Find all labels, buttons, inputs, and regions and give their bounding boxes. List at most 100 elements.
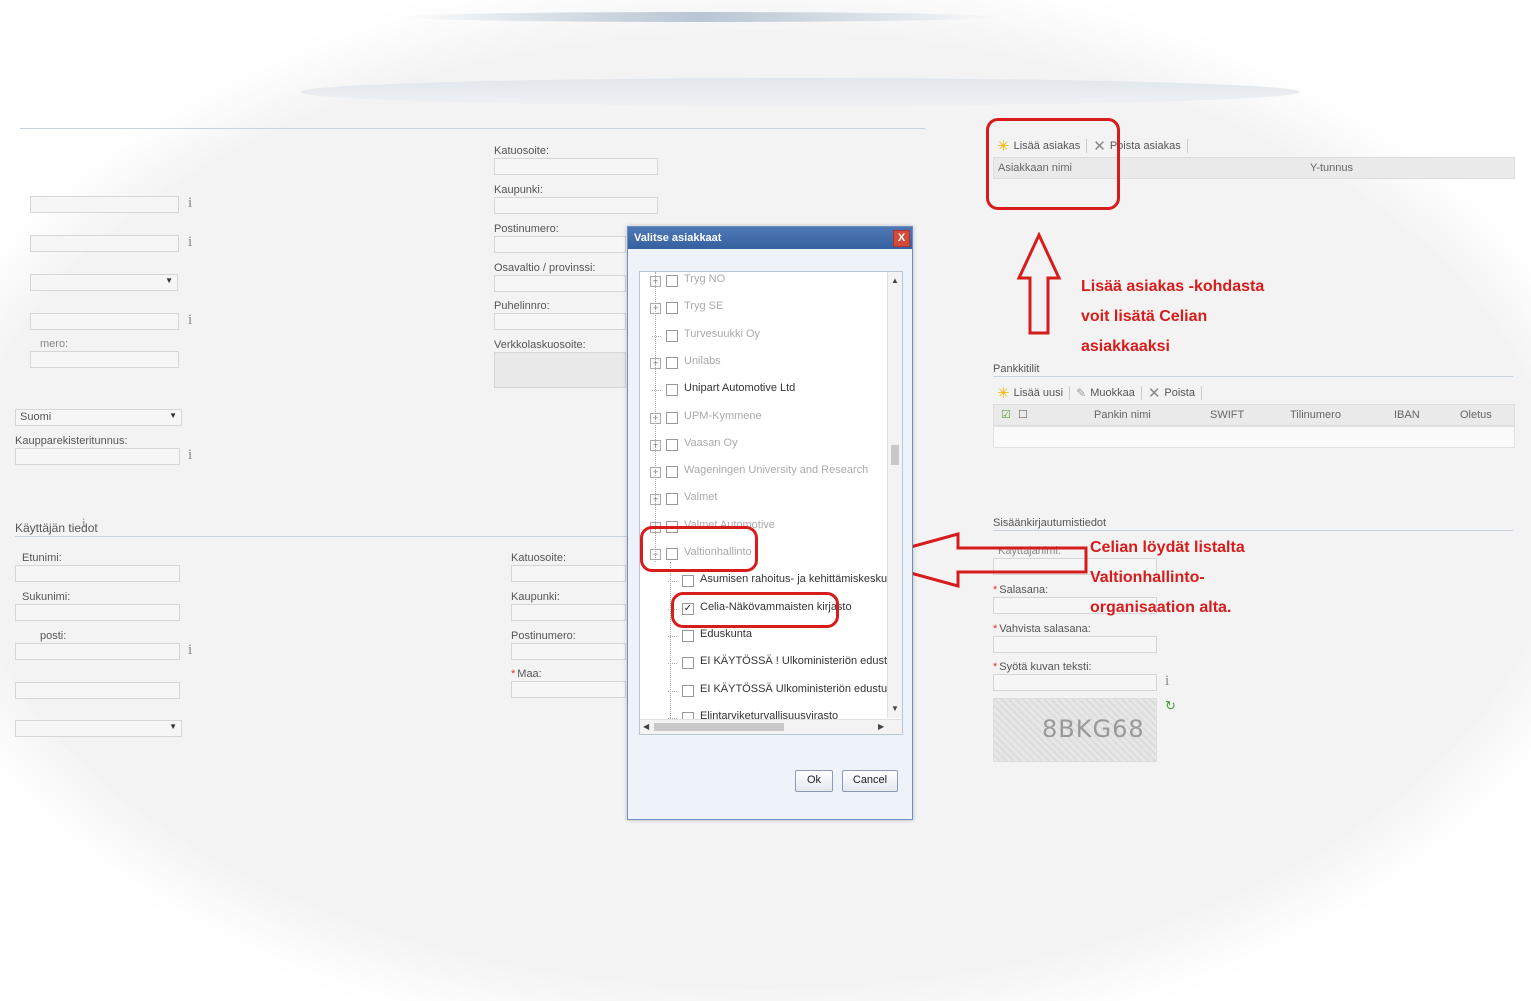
tree-child-item[interactable]: Eduskunta: [640, 627, 886, 647]
info-icon[interactable]: i: [188, 642, 192, 659]
vertical-scroll-thumb[interactable]: [891, 445, 899, 465]
company-field-2[interactable]: [30, 235, 179, 252]
tree-child-item[interactable]: EI KÄYTÖSSÄ ! Ulkoministeriön edustusto,…: [640, 654, 902, 674]
checkbox[interactable]: [666, 466, 678, 479]
captcha-field[interactable]: [993, 674, 1157, 691]
tree-item[interactable]: Unipart Automotive Ltd: [640, 381, 886, 401]
user-postinumero-field[interactable]: [511, 643, 626, 660]
col-tilinumero[interactable]: Tilinumero: [1290, 409, 1341, 421]
tree-item[interactable]: + Vaasan Oy: [640, 436, 886, 456]
col-bank-name[interactable]: Pankin nimi: [1094, 409, 1151, 421]
select-all-checkbox[interactable]: ☐: [1018, 408, 1028, 421]
label-user-postinumero: Postinumero:: [511, 630, 576, 642]
tree-item-label: Unipart Automotive Ltd: [684, 382, 796, 395]
tree-item[interactable]: + Tryg SE: [640, 299, 886, 319]
check-icon[interactable]: ☑: [1001, 408, 1011, 421]
phone-field[interactable]: [15, 682, 180, 699]
verkkolaskuosoite-field[interactable]: [494, 352, 626, 388]
checkbox[interactable]: [682, 657, 694, 670]
label-sukunimi: Sukunimi:: [22, 591, 71, 603]
tree-item-label: Unilabs: [684, 354, 721, 367]
add-bank-button[interactable]: Lisää uusi: [1014, 387, 1064, 399]
tree-item[interactable]: + Valmet: [640, 490, 886, 510]
info-icon[interactable]: i: [188, 234, 192, 251]
ok-button[interactable]: Ok: [795, 770, 833, 792]
checkbox[interactable]: [666, 356, 678, 369]
info-icon[interactable]: i: [188, 195, 192, 212]
tree-child-item[interactable]: Asumisen rahoitus- ja kehittämiskeskus: [640, 572, 893, 592]
company-select-1[interactable]: ▼: [30, 274, 178, 291]
kaupunki-field[interactable]: [494, 197, 658, 214]
user-kaupunki-field[interactable]: [511, 604, 626, 621]
company-field-number[interactable]: [30, 351, 179, 368]
cancel-button[interactable]: Cancel: [842, 770, 898, 792]
info-icon[interactable]: i: [188, 312, 192, 329]
refresh-icon[interactable]: ↻: [1165, 698, 1176, 714]
confirm-password-field[interactable]: [993, 636, 1157, 653]
user-katuosoite-field[interactable]: [511, 565, 626, 582]
tree-item-label: Tryg NO: [684, 273, 726, 285]
banks-title: Pankkitilit: [993, 363, 1040, 375]
vertical-scrollbar[interactable]: ▲ ▼: [887, 272, 902, 718]
label-etunimi: Etunimi:: [22, 552, 62, 564]
scroll-up-icon[interactable]: ▲: [891, 276, 899, 285]
col-oletus[interactable]: Oletus: [1460, 409, 1492, 421]
annotation-add-client-line1: Lisää asiakas -kohdasta: [1081, 278, 1265, 295]
info-icon[interactable]: i: [1165, 673, 1169, 690]
horizontal-scroll-thumb[interactable]: [654, 723, 784, 731]
osavaltio-field[interactable]: [494, 275, 626, 292]
info-icon[interactable]: i: [188, 447, 192, 464]
close-icon[interactable]: X: [893, 230, 910, 247]
label-verkkolaskuosoite: Verkkolaskuosoite:: [494, 339, 586, 351]
country-select[interactable]: Suomi ▼: [15, 409, 182, 426]
tree-item[interactable]: + Unilabs: [640, 354, 886, 374]
puhelin-field[interactable]: [494, 313, 626, 330]
checkbox[interactable]: [666, 438, 678, 451]
checkbox[interactable]: [682, 575, 694, 588]
scroll-left-icon[interactable]: ◀: [643, 722, 649, 731]
annotation-find-celia-line3: organisaation alta.: [1090, 599, 1232, 616]
col-swift[interactable]: SWIFT: [1210, 409, 1244, 421]
checkbox[interactable]: [682, 684, 694, 697]
user-maa-field[interactable]: [511, 681, 626, 698]
tree-guide-line: [655, 272, 657, 562]
col-ytunnus[interactable]: Y-tunnus: [1310, 162, 1353, 174]
tree-guide-line: [670, 562, 672, 722]
postinumero-field[interactable]: [494, 236, 626, 253]
etunimi-field[interactable]: [15, 565, 180, 582]
checkbox[interactable]: [666, 329, 678, 342]
col-iban[interactable]: IBAN: [1394, 409, 1420, 421]
company-field-3[interactable]: [30, 313, 179, 330]
company-field-1[interactable]: [30, 196, 179, 213]
checkbox[interactable]: [666, 411, 678, 424]
captcha-text: 8BKG68: [1042, 715, 1145, 743]
sahkoposti-field[interactable]: [15, 643, 180, 660]
close-icon: ✕: [1147, 385, 1161, 402]
remove-client-button[interactable]: Poista asiakas: [1110, 140, 1181, 152]
language-select[interactable]: ▼: [15, 720, 182, 737]
info-icon[interactable]: i: [82, 515, 86, 531]
delete-bank-button[interactable]: Poista: [1164, 387, 1195, 399]
checkbox[interactable]: [682, 629, 694, 642]
banks-table-header: ☑ ☐ Pankin nimi SWIFT Tilinumero IBAN Ol…: [993, 404, 1515, 426]
tree-item[interactable]: Turvesuukki Oy: [640, 327, 886, 347]
toolbar-separator: [1186, 139, 1188, 153]
banks-table-body: [993, 426, 1515, 448]
checkbox[interactable]: [666, 493, 678, 506]
tree-item[interactable]: + Tryg NO: [640, 272, 886, 292]
katuosoite-field[interactable]: [494, 158, 658, 175]
tree-child-item[interactable]: EI KÄYTÖSSÄ Ulkoministeriön edustusto, S…: [640, 682, 902, 702]
scroll-down-icon[interactable]: ▼: [891, 704, 899, 713]
tree-item-label: Tryg SE: [684, 300, 724, 313]
checkbox[interactable]: [666, 302, 678, 315]
label-kaupunki: Kaupunki:: [494, 184, 543, 196]
checkbox[interactable]: [666, 275, 678, 287]
edit-bank-button[interactable]: Muokkaa: [1090, 387, 1135, 399]
checkbox[interactable]: [666, 384, 678, 397]
tree-item[interactable]: + UPM-Kymmene: [640, 409, 886, 429]
horizontal-scrollbar[interactable]: ◀ ▶: [640, 719, 902, 734]
tree-item[interactable]: + Wageningen University and Research: [640, 463, 886, 483]
scroll-right-icon[interactable]: ▶: [878, 722, 884, 731]
sukunimi-field[interactable]: [15, 604, 180, 621]
kaupparekisteri-field[interactable]: [15, 448, 180, 465]
